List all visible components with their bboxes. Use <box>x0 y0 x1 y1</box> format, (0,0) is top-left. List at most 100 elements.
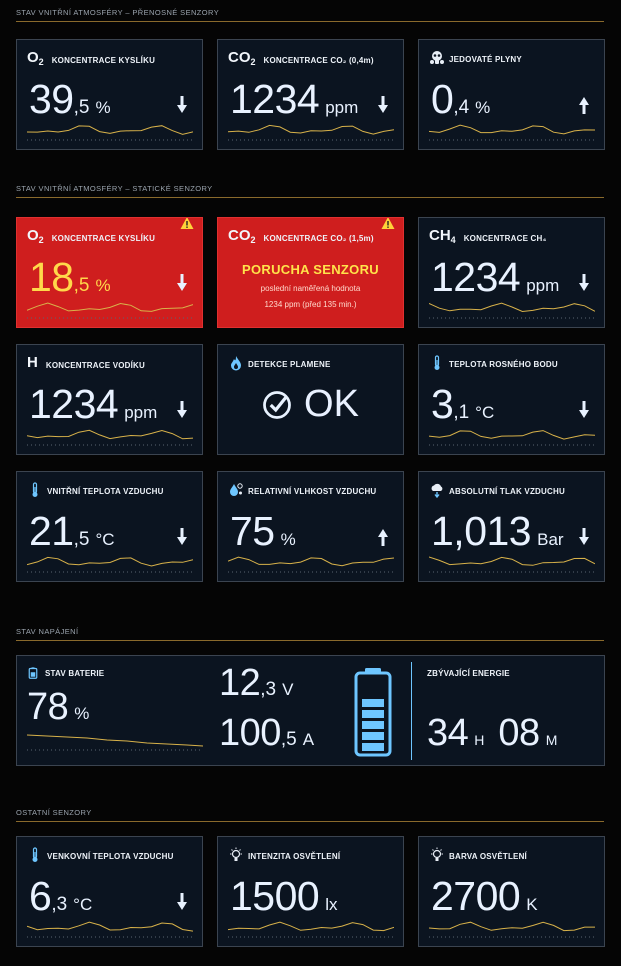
battery-value: 78% <box>27 686 90 728</box>
sensor-label: ABSOLUTNÍ TLAK VZDUCHU <box>449 487 565 496</box>
fault-detail: 1234 ppm (před 135 min.) <box>264 300 357 309</box>
sensor-label: JEDOVATÉ PLYNY <box>449 55 522 64</box>
battery-icon <box>28 667 38 679</box>
flame-status: OK <box>218 383 403 426</box>
sensor-value: 1234 ppm <box>431 254 560 300</box>
trend-down-icon <box>176 401 188 419</box>
chemical-symbol: CO2 <box>228 49 256 68</box>
thermometer-icon <box>27 482 43 498</box>
check-circle-icon <box>263 390 291 419</box>
sensor-card[interactable]: INTENZITA OSVĚTLENÍ 1500 lx <box>217 836 404 947</box>
power-card[interactable]: STAV BATERIE 78% 12,3 V 100,5 A ZBÝVAJÍCÍ … <box>16 655 605 766</box>
battery-bar <box>362 743 384 751</box>
sensor-sparkline <box>429 302 595 319</box>
sensor-label: KONCENTRACE CH₄ <box>463 234 547 243</box>
sensor-label: KONCENTRACE KYSLÍKU <box>51 56 156 65</box>
trend-down-icon <box>176 96 188 114</box>
trend-down-icon <box>377 96 389 114</box>
sensor-value: 1,013 Bar <box>431 508 564 554</box>
voltage-value: 12,3 V <box>219 662 294 704</box>
chemical-symbol: O2 <box>27 227 44 246</box>
warning-icon <box>180 218 194 230</box>
sensor-card[interactable]: DETEKCE PLAMENE OK <box>217 344 404 455</box>
sensor-card[interactable]: ABSOLUTNÍ TLAK VZDUCHU 1,013 Bar <box>418 471 605 582</box>
sensor-label: BARVA OSVĚTLENÍ <box>449 852 527 861</box>
section-divider <box>16 197 604 198</box>
sensor-label: KONCENTRACE CO₂ (0,4m) <box>263 56 374 65</box>
sensor-label: KONCENTRACE KYSLÍKU <box>51 234 156 243</box>
warning-icon <box>381 218 395 230</box>
sensor-sparkline <box>429 124 595 141</box>
power-divider <box>411 662 412 760</box>
sensor-value: 1234 ppm <box>230 76 359 122</box>
thermometer-icon <box>27 847 43 863</box>
sensor-label: RELATIVNÍ VLHKOST VZDUCHU <box>248 487 377 496</box>
trend-down-icon <box>176 528 188 546</box>
sensor-value: 39,5% <box>29 76 111 122</box>
sensor-card[interactable]: CH4 KONCENTRACE CH₄ 1234 ppm <box>418 217 605 328</box>
chemical-symbol: H <box>27 354 38 371</box>
sensor-value: 75% <box>230 508 296 554</box>
sensor-value: 3,1 °C <box>431 381 495 427</box>
trend-down-icon <box>578 274 590 292</box>
battery-sparkline <box>27 734 203 751</box>
sensor-card[interactable]: H KONCENTRACE VODÍKU 1234 ppm <box>16 344 203 455</box>
chemical-symbol: CO2 <box>228 227 256 246</box>
battery-label: STAV BATERIE <box>45 669 105 678</box>
flame-icon <box>228 355 244 371</box>
bulb-icon <box>228 847 244 863</box>
chemical-symbol: CH4 <box>429 227 456 246</box>
sensor-card[interactable]: JEDOVATÉ PLYNY 0,4% <box>418 39 605 150</box>
battery-bar <box>362 699 384 707</box>
sensor-sparkline <box>27 556 193 573</box>
battery-bar <box>362 732 384 740</box>
sensor-card[interactable]: TEPLOTA ROSNÉHO BODU 3,1 °C <box>418 344 605 455</box>
sensor-card[interactable]: O2 KONCENTRACE KYSLÍKU 18,5% <box>16 217 203 328</box>
section-divider <box>16 821 604 822</box>
sensor-value: 21,5 °C <box>29 508 115 554</box>
humidity-icon <box>228 482 244 498</box>
section-divider <box>16 640 604 641</box>
sensor-label: DETEKCE PLAMENE <box>248 360 331 369</box>
sensor-sparkline <box>27 429 193 446</box>
battery-bar <box>362 721 384 729</box>
sensor-card[interactable]: BARVA OSVĚTLENÍ 2700 K <box>418 836 605 947</box>
sensor-label: VENKOVNÍ TEPLOTA VZDUCHU <box>47 852 174 861</box>
sensor-card[interactable]: CO2 KONCENTRACE CO₂ (0,4m) 1234 ppm <box>217 39 404 150</box>
sensor-value: 18,5% <box>29 254 111 300</box>
sensor-sparkline <box>429 921 595 938</box>
section-title-static: STAV VNITŘNÍ ATMOSFÉRY – STATICKÉ SENZOR… <box>16 184 213 193</box>
section-title-portable: STAV VNITŘNÍ ATMOSFÉRY – PŘENOSNÉ SENZOR… <box>16 8 220 17</box>
sensor-value: 2700 K <box>431 873 538 919</box>
chemical-symbol: O2 <box>27 49 44 68</box>
battery-level-icon <box>354 668 392 757</box>
trend-up-icon <box>578 96 590 114</box>
thermometer-icon <box>429 355 445 371</box>
trend-down-icon <box>578 528 590 546</box>
current-value: 100,5 A <box>219 712 315 754</box>
sensor-label: KONCENTRACE CO₂ (1,5m) <box>263 234 374 243</box>
sensor-sparkline <box>27 302 193 319</box>
sensor-card[interactable]: VENKOVNÍ TEPLOTA VZDUCHU 6,3 °C <box>16 836 203 947</box>
sensor-sparkline <box>228 124 394 141</box>
remaining-energy-value: 34 H 08 M <box>427 712 558 754</box>
sensor-card[interactable]: O2 KONCENTRACE KYSLÍKU 39,5% <box>16 39 203 150</box>
sensor-label: INTENZITA OSVĚTLENÍ <box>248 852 341 861</box>
section-divider <box>16 21 604 22</box>
sensor-value: 1500 lx <box>230 873 338 919</box>
trend-down-icon <box>176 274 188 292</box>
sensor-card[interactable]: RELATIVNÍ VLHKOST VZDUCHU 75% <box>217 471 404 582</box>
sensor-card[interactable]: CO2 KONCENTRACE CO₂ (1,5m) PORUCHA SENZORU… <box>217 217 404 328</box>
energy-label: ZBÝVAJÍCÍ ENERGIE <box>427 669 510 678</box>
trend-up-icon <box>377 528 389 546</box>
sensor-sparkline <box>228 921 394 938</box>
sensor-value: 6,3 °C <box>29 873 93 919</box>
sensor-card[interactable]: VNITŘNÍ TEPLOTA VZDUCHU 21,5 °C <box>16 471 203 582</box>
sensor-sparkline <box>27 125 193 141</box>
trend-down-icon <box>578 401 590 419</box>
sensor-sparkline <box>429 430 595 446</box>
sensor-label: VNITŘNÍ TEPLOTA VZDUCHU <box>47 487 164 496</box>
battery-bar <box>362 710 384 718</box>
sensor-value: 0,4% <box>431 76 491 122</box>
trend-down-icon <box>176 893 188 911</box>
